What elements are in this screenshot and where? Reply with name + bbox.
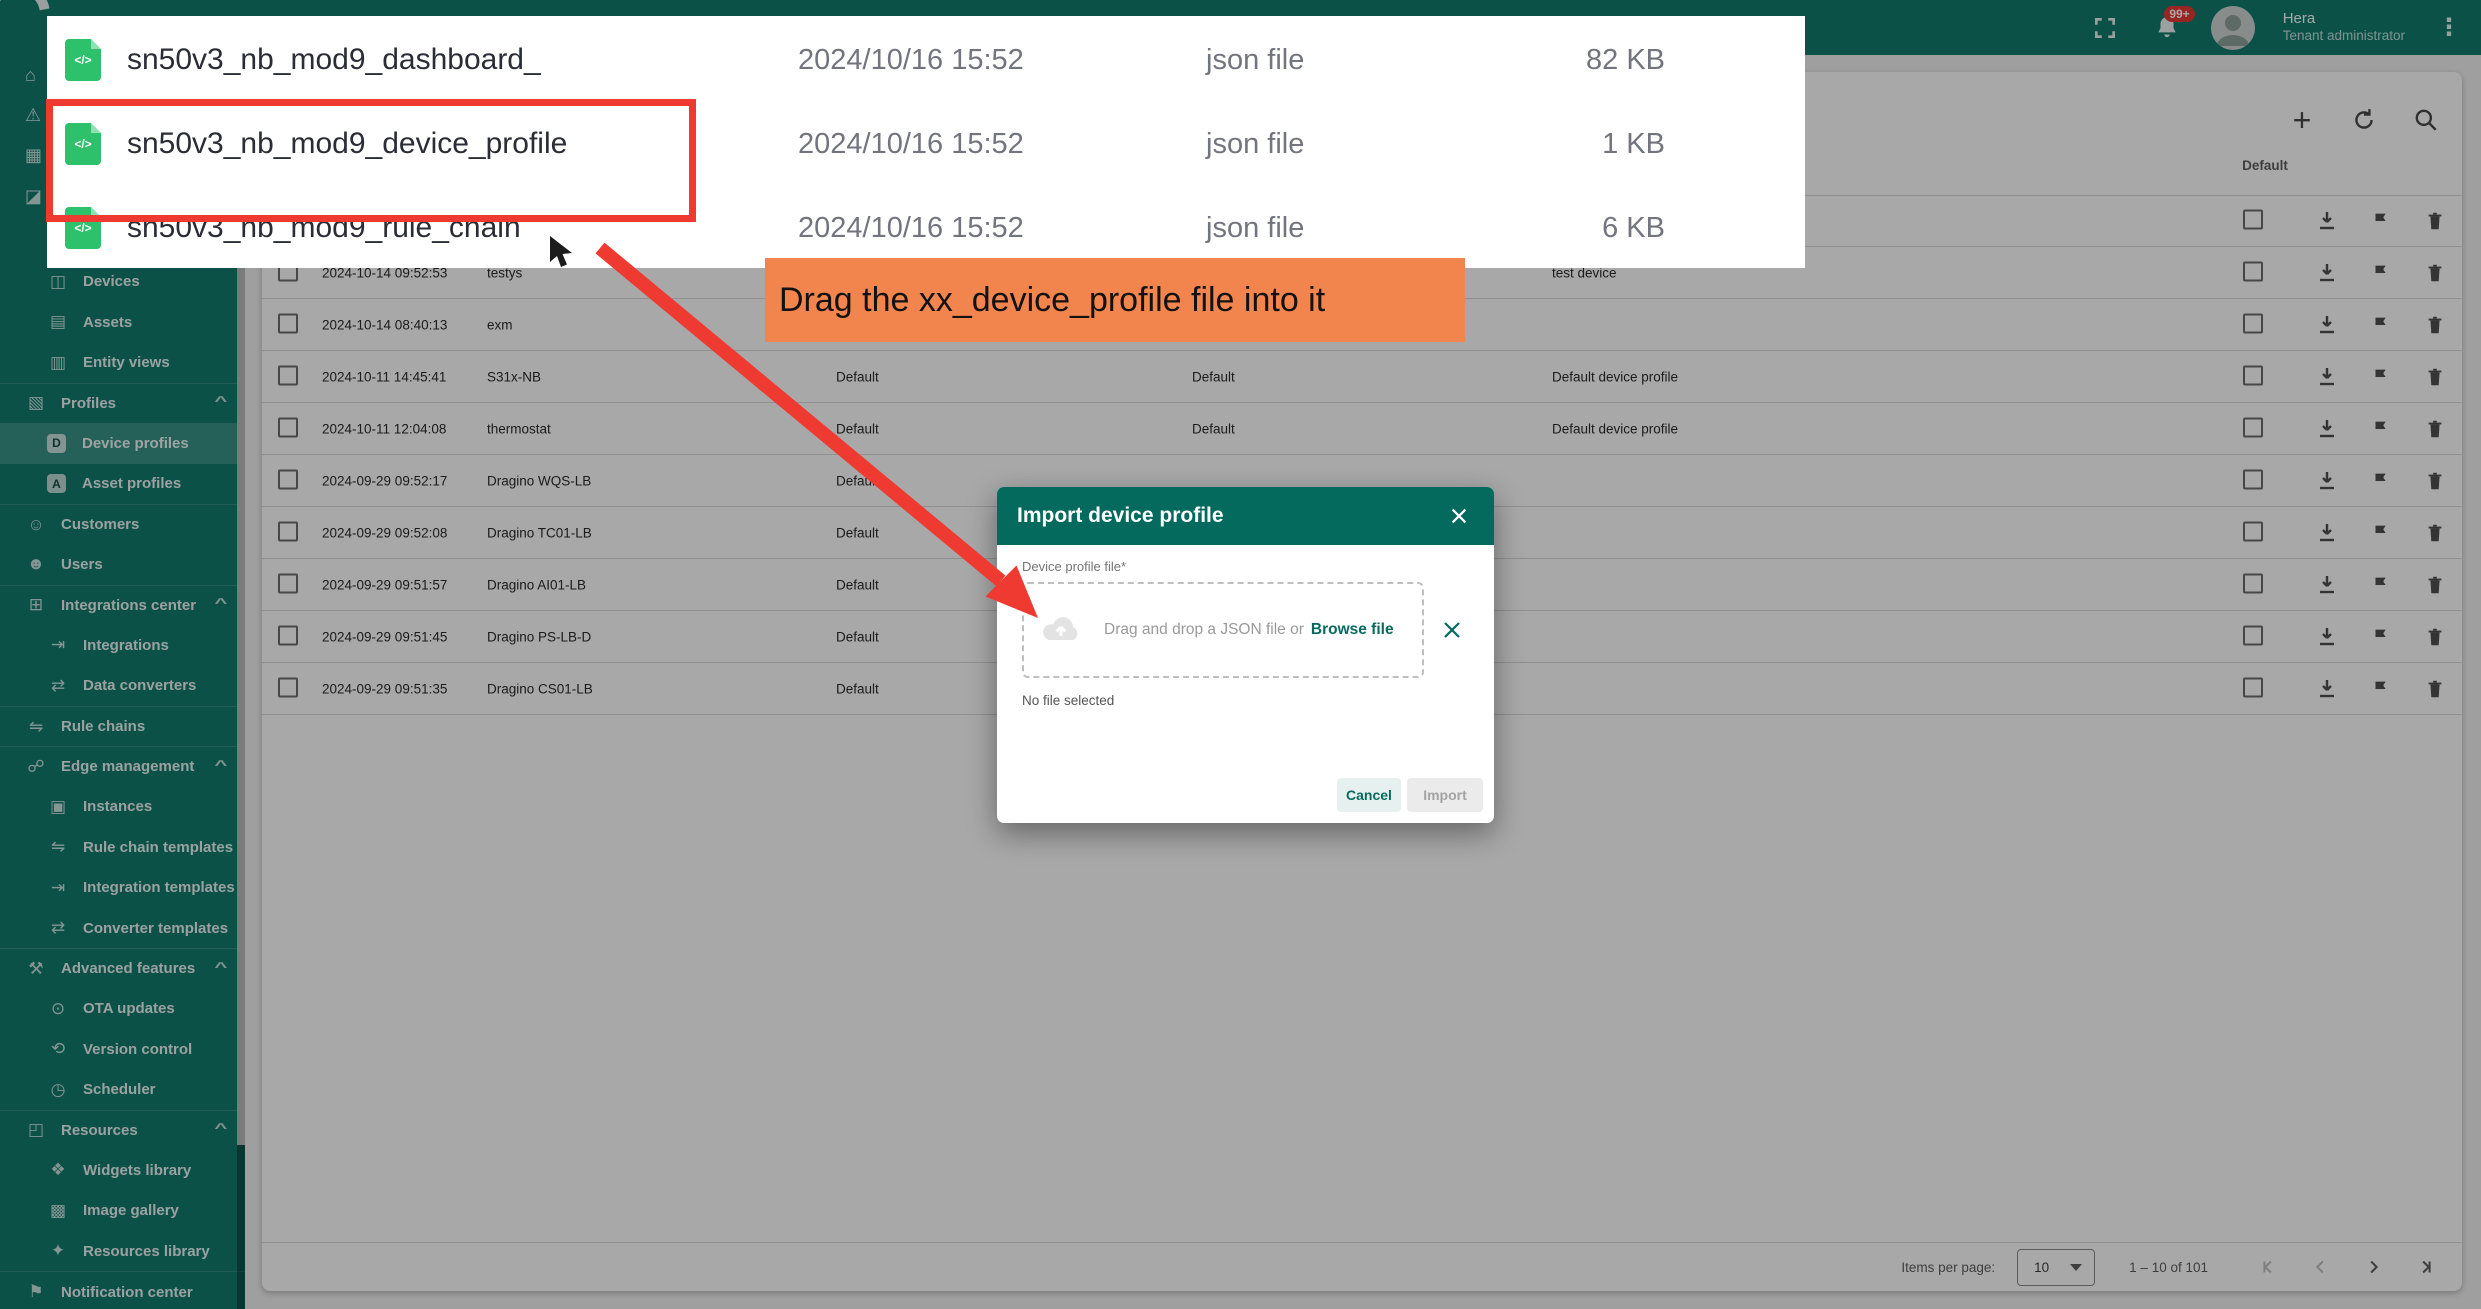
dialog-header: Import device profile xyxy=(997,487,1494,545)
import-button[interactable]: Import xyxy=(1407,778,1483,812)
clear-icon xyxy=(1440,618,1464,642)
file-field-label: Device profile file* xyxy=(1022,559,1126,574)
clear-file-button[interactable] xyxy=(1437,615,1467,645)
no-file-text: No file selected xyxy=(1022,693,1114,708)
dropzone-text: Drag and drop a JSON file or xyxy=(1104,621,1304,639)
dialog-title: Import device profile xyxy=(1017,504,1224,528)
close-dialog-button[interactable] xyxy=(1444,501,1474,531)
file-dropzone[interactable]: Drag and drop a JSON file or Browse file xyxy=(1022,582,1424,678)
cancel-button[interactable]: Cancel xyxy=(1337,778,1401,812)
screen: 99+ Hera Tenant administrator ⋮ ⌂ ⚠ ▦ ◪ … xyxy=(0,0,2481,1309)
import-device-profile-dialog: Import device profile Device profile fil… xyxy=(997,487,1494,823)
close-icon xyxy=(1448,505,1470,527)
browse-file-link[interactable]: Browse file xyxy=(1311,621,1394,639)
cloud-upload-icon xyxy=(1040,614,1082,646)
